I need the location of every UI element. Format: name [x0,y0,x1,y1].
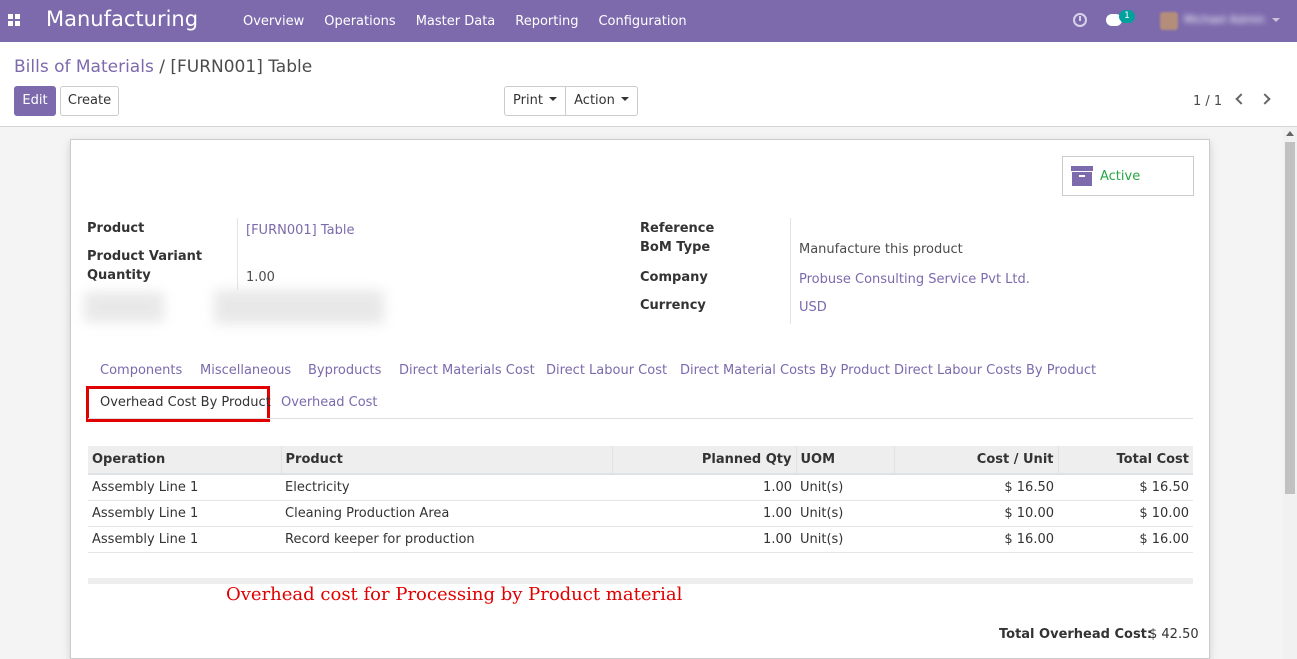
breadcrumb: Bills of Materials / [FURN001] Table [14,57,312,77]
tab-direct-labour-cost[interactable]: Direct Labour Cost [546,363,667,378]
quantity-label: Quantity [87,268,151,283]
cell-planned-qty: 1.00 [612,474,796,501]
product-label: Product [87,221,145,236]
redacted-value [214,290,384,324]
archive-box-icon [1071,166,1093,186]
bom-type-label: BoM Type [640,240,711,255]
redacted-label [84,292,164,322]
activity-clock-icon[interactable] [1073,13,1087,27]
print-dropdown-button[interactable]: Print [504,86,566,116]
user-name[interactable]: Michael Admin [1184,13,1265,26]
table-row[interactable]: Assembly Line 1 Cleaning Production Area… [88,500,1193,527]
cell-planned-qty: 1.00 [612,500,796,527]
cell-operation: Assembly Line 1 [88,526,281,553]
company-value-link[interactable]: Probuse Consulting Service Pvt Ltd. [799,272,1030,287]
annotation-text: Overhead cost for Processing by Product … [226,584,683,605]
cell-total-cost: $ 16.50 [1058,474,1193,501]
menu-operations[interactable]: Operations [314,14,405,29]
product-variant-label: Product Variant [87,249,203,264]
create-button[interactable]: Create [60,86,119,116]
active-toggle-button[interactable]: Active [1062,156,1194,196]
pager-previous-icon[interactable] [1235,93,1247,105]
cell-product: Electricity [281,474,612,501]
cell-cost-unit: $ 10.00 [894,500,1058,527]
company-label: Company [640,270,708,285]
tab-overhead-cost[interactable]: Overhead Cost [281,395,378,410]
tabs-divider [88,418,1193,419]
scroll-up-arrow-icon[interactable] [1286,131,1294,136]
tab-direct-materials-cost[interactable]: Direct Materials Cost [399,363,535,378]
caret-down-icon [548,97,557,101]
cell-product: Record keeper for production [281,526,612,553]
cell-uom: Unit(s) [796,526,894,553]
menu-overview[interactable]: Overview [233,14,314,29]
user-menu-caret-icon[interactable] [1272,18,1280,22]
apps-grid-icon[interactable] [8,14,20,26]
menu-configuration[interactable]: Configuration [588,14,696,29]
currency-label: Currency [640,298,706,313]
cell-planned-qty: 1.00 [612,526,796,553]
pager-next-icon[interactable] [1259,93,1271,105]
breadcrumb-parent[interactable]: Bills of Materials [14,57,154,77]
chat-count-badge: 1 [1119,10,1135,23]
table-row[interactable]: Assembly Line 1 Record keeper for produc… [88,526,1193,553]
overhead-cost-table: Operation Product Planned Qty UOM Cost /… [88,446,1193,553]
tab-miscellaneous[interactable]: Miscellaneous [200,363,291,378]
table-row[interactable]: Assembly Line 1 Electricity 1.00 Unit(s)… [88,474,1193,501]
column-header-total-cost[interactable]: Total Cost [1057,446,1193,475]
scrollbar-thumb[interactable] [1285,142,1295,494]
column-header-planned-qty[interactable]: Planned Qty [611,446,796,475]
top-navbar: Manufacturing Overview Operations Master… [0,0,1297,42]
cell-cost-unit: $ 16.00 [894,526,1058,553]
field-separator [237,218,238,290]
column-header-cost-unit[interactable]: Cost / Unit [893,446,1058,475]
tab-overhead-cost-by-product[interactable]: Overhead Cost By Product [100,395,271,410]
pager-value[interactable]: 1 / 1 [1193,94,1222,109]
menu-master-data[interactable]: Master Data [406,14,506,29]
action-dropdown-button[interactable]: Action [565,86,638,116]
total-overhead-cost-label: Total Overhead Cost: [999,627,1153,642]
reference-label: Reference [640,221,715,236]
breadcrumb-separator: / [159,57,165,77]
product-value-link[interactable]: [FURN001] Table [246,223,354,238]
edit-button[interactable]: Edit [14,86,56,116]
caret-down-icon [620,97,629,101]
bom-type-value: Manufacture this product [799,242,963,257]
menu-reporting[interactable]: Reporting [505,14,588,29]
cell-total-cost: $ 16.00 [1058,526,1193,553]
tab-components[interactable]: Components [100,363,182,378]
cell-cost-unit: $ 16.50 [894,474,1058,501]
cell-total-cost: $ 10.00 [1058,500,1193,527]
user-avatar[interactable] [1160,12,1178,30]
tab-direct-material-costs-by-product[interactable]: Direct Material Costs By Product [680,363,890,378]
table-header-row: Operation Product Planned Qty UOM Cost /… [88,446,1193,475]
column-header-uom[interactable]: UOM [795,446,894,475]
currency-value-link[interactable]: USD [799,300,827,315]
cell-operation: Assembly Line 1 [88,500,281,527]
tab-byproducts[interactable]: Byproducts [308,363,381,378]
cell-uom: Unit(s) [796,500,894,527]
active-status-label: Active [1100,169,1141,184]
column-header-operation[interactable]: Operation [88,446,281,475]
cell-product: Cleaning Production Area [281,500,612,527]
main-menu: Overview Operations Master Data Reportin… [233,0,697,42]
cell-operation: Assembly Line 1 [88,474,281,501]
cell-uom: Unit(s) [796,474,894,501]
total-overhead-cost-value: $ 42.50 [1149,627,1199,642]
tab-direct-labour-costs-by-product[interactable]: Direct Labour Costs By Product [894,363,1096,378]
print-label: Print [513,93,543,108]
column-header-product[interactable]: Product [280,446,612,475]
action-label: Action [574,93,615,108]
app-brand[interactable]: Manufacturing [46,7,198,31]
quantity-value: 1.00 [246,270,275,285]
breadcrumb-current: [FURN001] Table [170,57,313,77]
field-separator [790,218,791,324]
